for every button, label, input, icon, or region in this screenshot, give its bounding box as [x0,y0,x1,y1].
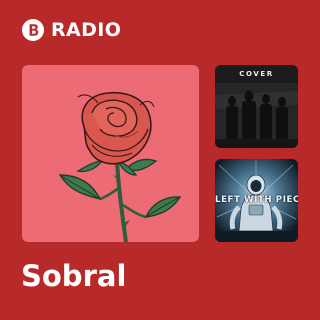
main-cover-art[interactable] [22,65,199,242]
artist-name: Sobral [21,259,127,293]
cover-tile-title: COVER [239,70,274,78]
deezer-logo-icon [22,19,44,41]
brand[interactable]: RADIO [22,19,121,41]
album-cover-cover[interactable]: COVER [215,65,298,148]
left-with-pieces-title: LEFT WITH PIECES [215,195,298,205]
album-cover-left-with-pieces[interactable]: LEFT WITH PIECES [215,159,298,242]
brand-label: RADIO [51,19,122,41]
rose-illustration [58,91,182,242]
